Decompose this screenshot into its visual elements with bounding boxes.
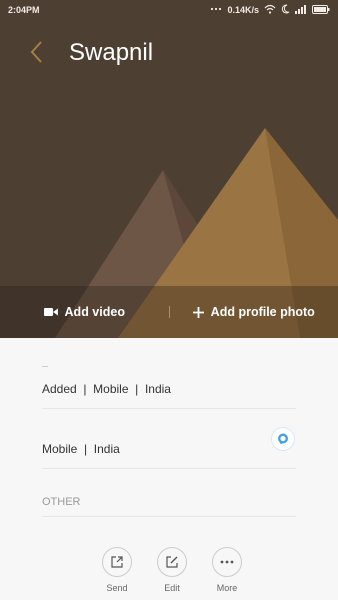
more-circle: [212, 547, 242, 577]
row-divider: [42, 408, 296, 409]
message-icon: [278, 433, 288, 445]
field-marker: [42, 366, 48, 367]
net-speed: 0.14K/s: [227, 5, 259, 15]
row-divider: [42, 516, 296, 517]
detail-row-added[interactable]: Added | Mobile | India: [42, 382, 296, 396]
more-label: More: [216, 583, 238, 593]
battery-icon: [312, 4, 330, 16]
signal-icon: [295, 4, 307, 16]
edit-circle: [157, 547, 187, 577]
message-button[interactable]: [271, 427, 295, 451]
detail-row-mobile[interactable]: Mobile | India: [42, 442, 296, 456]
more-icon: [220, 560, 234, 564]
back-arrow-icon: [30, 41, 42, 63]
edit-button[interactable]: Edit: [155, 547, 189, 599]
row-divider: [42, 468, 296, 469]
edit-icon: [166, 556, 178, 568]
bottom-action-bar: Send Edit More: [100, 547, 244, 599]
send-circle: [102, 547, 132, 577]
section-other: OTHER: [42, 496, 81, 508]
status-bar: 2:04PM 0.14K/s: [0, 0, 338, 20]
plus-icon: [192, 306, 204, 318]
add-profile-photo-button[interactable]: Add profile photo: [170, 305, 338, 319]
wifi-icon: [264, 4, 276, 16]
contact-header: 2:04PM 0.14K/s Swapnil Add video Add pro…: [0, 0, 338, 338]
send-button[interactable]: Send: [100, 547, 134, 599]
moon-icon: [281, 4, 290, 16]
back-button[interactable]: [28, 40, 46, 64]
add-video-button[interactable]: Add video: [0, 305, 169, 319]
video-camera-icon: [43, 308, 58, 316]
contact-name: Swapnil: [69, 39, 154, 66]
send-label: Send: [106, 583, 128, 593]
media-action-bar: Add video Add profile photo: [0, 286, 338, 338]
share-icon: [111, 556, 123, 568]
dots-icon: [210, 5, 222, 15]
edit-label: Edit: [164, 583, 180, 593]
status-time: 2:04PM: [8, 5, 40, 15]
more-button[interactable]: More: [210, 547, 244, 599]
add-video-label: Add video: [64, 305, 125, 319]
add-profile-photo-label: Add profile photo: [210, 305, 315, 319]
